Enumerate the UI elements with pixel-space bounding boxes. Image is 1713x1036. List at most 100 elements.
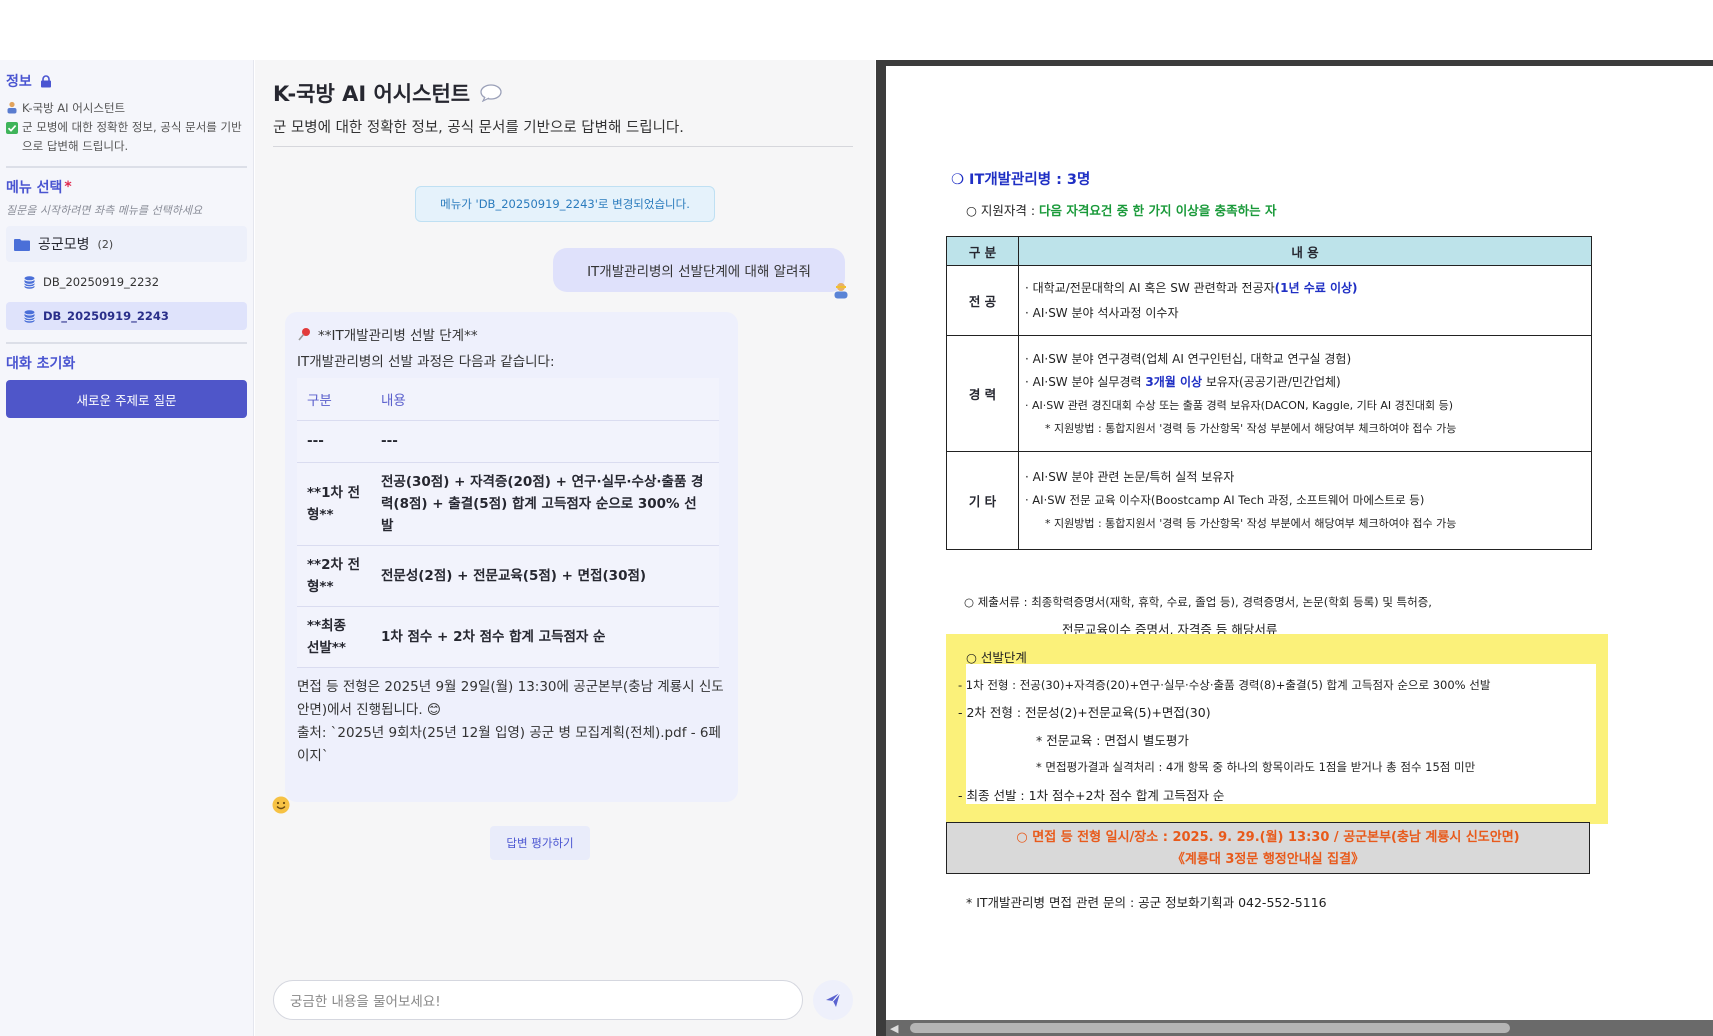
database-icon: [24, 309, 35, 323]
table-cell: 전문성(2점) + 전문교육(5점) + 면접(30점): [371, 545, 719, 607]
user-avatar-icon: [834, 283, 848, 299]
table-cell: · AI·SW 분야 연구경력(업체 AI 연구인턴십, 대학교 연구실 경험)…: [1018, 335, 1592, 452]
pdf-etc-note: * 지원방법 : 통합지원서 '경력 등 가산항목' 작성 부분에서 해당여부 …: [1045, 517, 1457, 530]
info-section-title: 정보: [6, 72, 247, 90]
table-row: 기 타 · AI·SW 분야 관련 논문/특허 실적 보유자 · AI·SW 전…: [946, 451, 1592, 550]
app-window: 정보 K-국방 AI 어시스턴트 군 모병에 대한 정확한 정보, 공식 문서를…: [0, 0, 1713, 1036]
new-topic-button[interactable]: 새로운 주제로 질문: [6, 380, 247, 418]
pdf-interview-line-1: ○ 면접 등 전형 일시/장소 : 2025. 9. 29.(월) 13:30 …: [1016, 830, 1520, 845]
table-category-cell: 경 력: [946, 335, 1019, 452]
page-title: K-국방 AI 어시스턴트: [273, 78, 502, 108]
system-message: 메뉴가 'DB_20250919_2243'로 변경되었습니다.: [415, 186, 715, 222]
folder-label: 공군모병: [38, 237, 90, 253]
pdf-requirements-table: 구 분 내 용 전 공 · 대학교/전문대학의 AI 혹은 SW 관련학과 전공…: [946, 236, 1592, 550]
assistant-message: **IT개발관리병 선발 단계** IT개발관리병의 선발 과정은 다음과 같습…: [285, 312, 738, 802]
send-button[interactable]: [813, 980, 853, 1020]
info-title-text: 정보: [6, 74, 32, 90]
table-row: 전 공 · 대학교/전문대학의 AI 혹은 SW 관련학과 전공자(1년 수료 …: [946, 265, 1592, 336]
reset-title-text: 대화 초기화: [6, 356, 76, 372]
pdf-major-line-2: · AI·SW 분야 석사과정 이수자: [1025, 305, 1179, 320]
table-cell: 1차 점수 + 2차 점수 합계 고득점자 순: [371, 606, 719, 668]
text-span: (1년 수료 이상): [1274, 280, 1358, 295]
db-item-2232[interactable]: DB_20250919_2232: [6, 268, 247, 296]
lock-icon: [40, 74, 51, 87]
menu-section-title: 메뉴 선택 *: [6, 178, 247, 196]
db-item-2243[interactable]: DB_20250919_2243: [6, 302, 247, 330]
table-row: 경 력 · AI·SW 분야 연구경력(업체 AI 연구인턴십, 대학교 연구실…: [946, 335, 1592, 452]
table-cell: **2차 전형**: [297, 545, 371, 607]
assistant-footer-source: 출처: `2025년 9회차(25년 12월 입영) 공군 병 모집계획(전체)…: [297, 724, 721, 764]
pdf-docs-line-1: ○ 제출서류 : 최종학력증명서(재학, 휴학, 수료, 졸업 등), 경력증명…: [964, 595, 1432, 609]
menu-title-text: 메뉴 선택: [6, 180, 63, 196]
table-cell: ---: [371, 420, 719, 463]
info-line-2-text: 군 모병에 대한 정확한 정보, 공식 문서를 기반으로 답변해 드립니다.: [22, 120, 242, 153]
table-row: **최종 선발** 1차 점수 + 2차 점수 합계 고득점자 순: [297, 606, 719, 668]
table-cell: · AI·SW 분야 관련 논문/특허 실적 보유자 · AI·SW 전문 교육…: [1018, 451, 1592, 550]
menu-hint: 질문을 시작하려면 좌측 메뉴를 선택하세요: [6, 204, 203, 217]
pdf-qualification-label: ○ 지원자격 :: [966, 203, 1040, 218]
pdf-steps-title: ○ 선발단계: [966, 650, 1027, 665]
scroll-left-arrow-icon[interactable]: ◀: [890, 1022, 898, 1035]
pdf-qualification: ○ 지원자격 : 다음 자격요건 중 한 가지 이상을 충족하는 자: [966, 200, 1277, 219]
pdf-horizontal-scrollbar[interactable]: ◀: [886, 1020, 1713, 1036]
table-cell: 전공(30점) + 자격증(20점) + 연구·실무·수상·출품 경력(8점) …: [371, 462, 719, 546]
text-span: · AI·SW 분야 실무경력: [1025, 374, 1146, 389]
pdf-career-note: * 지원방법 : 통합지원서 '경력 등 가산항목' 작성 부분에서 해당여부 …: [1045, 421, 1457, 435]
db-item-label: DB_20250919_2243: [43, 309, 169, 323]
pdf-qualification-text: 다음 자격요건 중 한 가지 이상을 충족하는 자: [1039, 203, 1277, 218]
table-row: **1차 전형** 전공(30점) + 자격증(20점) + 연구·실무·수상·…: [297, 462, 719, 546]
pdf-selection-steps: ○ 선발단계 - 1차 전형 : 전공(30)+자격증(20)+연구·실무·수상…: [958, 644, 1490, 809]
pdf-heading: ❍ IT개발관리병 : 3명: [951, 172, 1091, 188]
table-header-row: 구분 내용: [297, 378, 719, 421]
rate-answer-button[interactable]: 답변 평가하기: [490, 826, 590, 860]
sidebar: 정보 K-국방 AI 어시스턴트 군 모병에 대한 정확한 정보, 공식 문서를…: [0, 60, 254, 1036]
sidebar-divider: [6, 342, 247, 344]
pdf-interview-line-2: 《계룡대 3정문 행정안내실 집결》: [1171, 852, 1365, 867]
speech-bubble-icon: [480, 84, 502, 102]
pdf-career-line-1: · AI·SW 분야 연구경력(업체 AI 연구인턴십, 대학교 연구실 경험): [1025, 351, 1352, 366]
table-cell: · 대학교/전문대학의 AI 혹은 SW 관련학과 전공자(1년 수료 이상) …: [1018, 265, 1592, 336]
page-subtitle: 군 모병에 대한 정확한 정보, 공식 문서를 기반으로 답변해 드립니다.: [273, 120, 684, 136]
pdf-major-line-1: · 대학교/전문대학의 AI 혹은 SW 관련학과 전공자(1년 수료 이상): [1025, 276, 1585, 301]
scroll-thumb[interactable]: [910, 1023, 1510, 1033]
text-span: 보유자(공공기관/민간업체): [1202, 374, 1341, 389]
required-mark: *: [64, 179, 72, 195]
header-divider: [273, 146, 853, 147]
pdf-step-3: - 최종 선발 : 1차 점수+2차 점수 합계 고득점자 순: [958, 787, 1225, 803]
table-header-cell: 내 용: [1018, 236, 1592, 266]
folder-item-airforce[interactable]: 공군모병 (2): [6, 226, 247, 262]
table-header-cell: 구분: [297, 378, 371, 421]
pdf-etc-line-1: · AI·SW 분야 관련 논문/특허 실적 보유자: [1025, 470, 1235, 484]
info-line-2: 군 모병에 대한 정확한 정보, 공식 문서를 기반으로 답변해 드립니다.: [6, 118, 247, 156]
info-line-1-text: K-국방 AI 어시스턴트: [22, 101, 126, 115]
pdf-page: ❍ IT개발관리병 : 3명 ○ 지원자격 : 다음 자격요건 중 한 가지 이…: [886, 66, 1713, 1020]
pin-icon: [298, 327, 310, 341]
table-cell: **최종 선발**: [297, 606, 371, 668]
table-header-row: 구 분 내 용: [946, 236, 1592, 266]
text-span: 3개월 이상: [1145, 374, 1203, 389]
pdf-step-2-note-1: * 전문교육 : 면접시 별도평가: [1036, 732, 1189, 748]
sidebar-divider: [6, 166, 247, 168]
table-category-cell: 전 공: [946, 265, 1019, 336]
text-span: · 대학교/전문대학의 AI 혹은 SW 관련학과 전공자: [1025, 280, 1275, 295]
user-message: IT개발관리병의 선발단계에 대해 알려줘: [553, 248, 845, 292]
pdf-contact: * IT개발관리병 면접 관련 문의 : 공군 정보화기획과 042-552-5…: [966, 895, 1327, 910]
table-cell: ---: [297, 420, 371, 463]
info-line-1: K-국방 AI 어시스턴트: [6, 98, 247, 118]
chat-panel: K-국방 AI 어시스턴트 군 모병에 대한 정확한 정보, 공식 문서를 기반…: [255, 60, 875, 1036]
reset-section-title: 대화 초기화: [6, 354, 247, 372]
folder-icon: [14, 238, 30, 251]
pdf-etc-line-2: · AI·SW 전문 교육 이수자(Boostcamp AI Tech 과정, …: [1025, 493, 1425, 507]
check-icon: [6, 122, 18, 134]
table-header-cell: 구 분: [946, 236, 1019, 266]
assistant-footer-schedule: 면접 등 전형은 2025년 9월 29일(월) 13:30에 공군본부(충남 …: [297, 678, 724, 718]
pdf-step-2-note-2: * 면접평가결과 실격처리 : 4개 항목 중 하나의 항목이라도 1점을 받거…: [1036, 760, 1476, 774]
assistant-heading-text: **IT개발관리병 선발 단계**: [318, 328, 478, 344]
chat-input[interactable]: 궁금한 내용을 물어보세요!: [273, 980, 803, 1020]
pdf-interview-box: ○ 면접 등 전형 일시/장소 : 2025. 9. 29.(월) 13:30 …: [946, 822, 1590, 874]
smile-icon: [272, 796, 290, 814]
assistant-message-heading: **IT개발관리병 선발 단계**: [297, 324, 726, 344]
table-header-cell: 내용: [371, 378, 719, 421]
table-row: **2차 전형** 전문성(2점) + 전문교육(5점) + 면접(30점): [297, 545, 719, 607]
table-row: --- ---: [297, 420, 719, 463]
